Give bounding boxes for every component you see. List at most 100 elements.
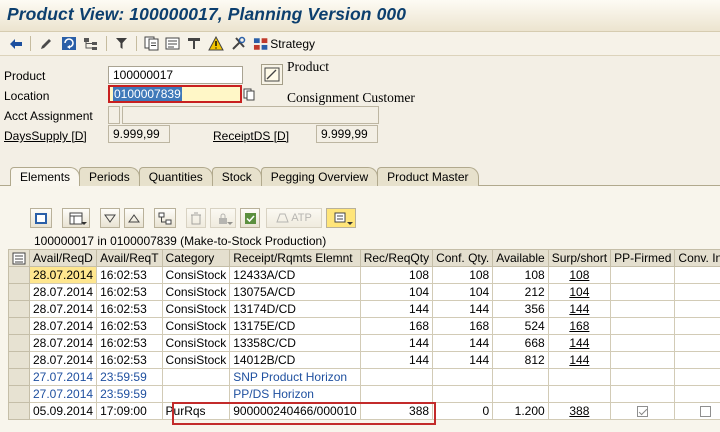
row-selector[interactable] (8, 368, 30, 386)
available-cell: 1.200 (492, 402, 549, 420)
surp-short-cell[interactable]: 388 (547, 402, 612, 420)
avail-reqd-cell: 05.09.2014 (28, 402, 98, 420)
table-row[interactable]: 28.07.2014 16:02:53 ConsiStock 13174D/CD… (8, 300, 720, 318)
col-conf-qty[interactable]: Conf. Qty. (432, 249, 494, 267)
category-cell: ConsiStock (161, 266, 231, 284)
pencil-icon[interactable] (38, 35, 54, 52)
details-icon (35, 212, 47, 224)
strategy-button[interactable]: Strategy (253, 35, 315, 52)
layout-button[interactable] (62, 208, 90, 228)
surp-short-cell[interactable]: 168 (547, 317, 612, 335)
col-available[interactable]: Available (492, 249, 549, 267)
alert-icon[interactable] (207, 35, 224, 52)
pp-firmed-cell (610, 300, 676, 318)
lock-button[interactable] (210, 208, 236, 228)
row-selector[interactable] (8, 385, 30, 403)
conf-qty-cell (432, 368, 494, 386)
col-avail-reqd[interactable]: Avail/ReqD (28, 249, 98, 267)
toolbar-separator (106, 36, 107, 51)
category-cell: ConsiStock (161, 351, 231, 369)
location-search-icon[interactable] (241, 86, 256, 102)
table-row[interactable]: 05.09.2014 17:09:00 PurRqs 900000240466/… (8, 402, 720, 420)
element-cell: 900000240466/000010 (229, 402, 361, 420)
tab-product-master[interactable]: Product Master (377, 167, 479, 186)
row-selector[interactable] (8, 402, 30, 420)
avail-reqd-cell: 28.07.2014 (28, 317, 98, 335)
conv-ind-checkbox[interactable] (699, 406, 711, 418)
col-surp-short[interactable]: Surp/short (547, 249, 612, 267)
available-cell: 812 (492, 351, 549, 369)
table-row[interactable]: 28.07.2014 16:02:53 ConsiStock 14012B/CD… (8, 351, 720, 369)
row-selector[interactable] (8, 283, 30, 301)
bom-icon[interactable] (185, 35, 202, 52)
details-button[interactable] (30, 208, 52, 228)
col-conv-ind[interactable]: Conv. Ind. (674, 249, 720, 267)
table-row[interactable]: 28.07.2014 16:02:53 ConsiStock 13175E/CD… (8, 317, 720, 335)
acct-assignment-field[interactable] (108, 106, 120, 124)
product-field[interactable]: 100000017 (108, 66, 243, 84)
conv-ind-cell (674, 334, 720, 352)
check-button[interactable] (240, 208, 260, 228)
avail-reqt-cell: 23:59:59 (96, 385, 163, 403)
sort-descending-button[interactable] (100, 208, 120, 228)
sort-ascending-icon (128, 214, 140, 223)
tab-quantities[interactable]: Quantities (138, 167, 213, 186)
col-avail-reqt[interactable]: Avail/ReqT (96, 249, 163, 267)
tools-icon[interactable] (230, 35, 247, 52)
table-row[interactable]: 28.07.2014 16:02:53 ConsiStock 13358C/CD… (8, 334, 720, 352)
rec-req-qty-cell: 388 (359, 402, 434, 420)
row-selector[interactable] (8, 334, 30, 352)
receiptds-label[interactable]: ReceiptDS [D] (213, 129, 289, 143)
surp-short-cell[interactable]: 144 (547, 300, 612, 318)
pp-firmed-cell (610, 334, 676, 352)
avail-reqt-cell: 17:09:00 (96, 402, 163, 420)
row-selector[interactable] (8, 351, 30, 369)
surp-short-cell[interactable]: 144 (547, 334, 612, 352)
delete-button[interactable] (186, 208, 206, 228)
col-receipt-rqmts-element[interactable]: Receipt/Rqmts Elemnt (229, 249, 361, 267)
table-row[interactable]: 27.07.2014 23:59:59 SNP Product Horizon (8, 368, 720, 386)
refresh-icon[interactable] (60, 35, 77, 52)
back-arrow-icon[interactable] (8, 35, 24, 52)
element-cell: 13174D/CD (229, 300, 361, 318)
avail-reqt-cell: 16:02:53 (96, 334, 163, 352)
surp-short-cell[interactable]: 144 (547, 351, 612, 369)
surp-short-cell[interactable]: 104 (547, 283, 612, 301)
select-all-cell[interactable] (8, 249, 30, 267)
table-row[interactable]: 28.07.2014 16:02:53 ConsiStock 12433A/CD… (8, 266, 720, 284)
location-field[interactable]: 0100007839 (108, 85, 242, 103)
available-cell: 212 (492, 283, 549, 301)
plan-icon[interactable] (164, 35, 181, 52)
rec-req-qty-cell (359, 385, 434, 403)
surp-short-cell[interactable]: 108 (547, 266, 612, 284)
dayssupply-field: 9.999,99 (108, 125, 170, 143)
alert-monitor-button[interactable] (326, 208, 356, 228)
product-picture-icon[interactable] (261, 64, 283, 85)
row-selector[interactable] (8, 300, 30, 318)
tab-periods[interactable]: Periods (79, 167, 140, 186)
avail-reqt-cell: 16:02:53 (96, 300, 163, 318)
row-selector[interactable] (8, 266, 30, 284)
row-selector[interactable] (8, 317, 30, 335)
avail-reqd-cell: 28.07.2014 (28, 266, 98, 284)
available-cell (492, 368, 549, 386)
atp-button[interactable]: ATP (266, 208, 322, 228)
documents-icon[interactable] (143, 35, 160, 52)
col-pp-firmed[interactable]: PP-Firmed (610, 249, 676, 267)
avail-reqt-cell: 16:02:53 (96, 317, 163, 335)
sort-ascending-button[interactable] (124, 208, 144, 228)
tab-stock[interactable]: Stock (211, 167, 262, 186)
conv-ind-cell (674, 317, 720, 335)
tab-pegging-overview[interactable]: Pegging Overview (260, 167, 379, 186)
table-row[interactable]: 28.07.2014 16:02:53 ConsiStock 13075A/CD… (8, 283, 720, 301)
col-category[interactable]: Category (161, 249, 231, 267)
conv-ind-cell (674, 283, 720, 301)
table-row[interactable]: 27.07.2014 23:59:59 PP/DS Horizon (8, 385, 720, 403)
filter-icon[interactable] (114, 35, 129, 52)
network-button[interactable] (154, 208, 176, 228)
hierarchy-icon[interactable] (82, 35, 99, 52)
tab-elements[interactable]: Elements (10, 167, 81, 186)
col-rec-req-qty[interactable]: Rec/ReqQty (359, 249, 434, 267)
dayssupply-label[interactable]: DaysSupply [D] (4, 129, 87, 143)
pp-firmed-checkbox[interactable] (637, 406, 649, 418)
